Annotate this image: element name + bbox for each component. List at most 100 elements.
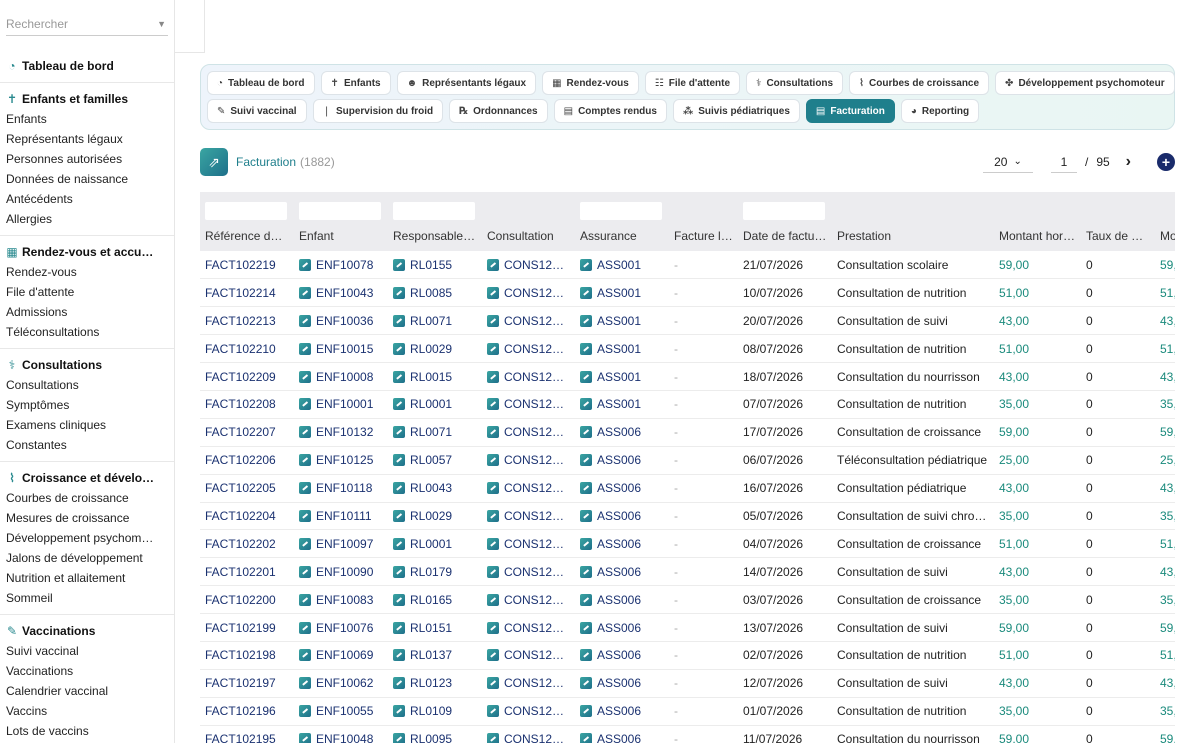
table-cell[interactable]: ASS001	[575, 278, 669, 308]
sidebar-item[interactable]: Lots de vaccins	[0, 721, 174, 741]
table-cell[interactable]: RL0029	[388, 334, 482, 364]
sidebar-item[interactable]: Rendez-vous	[0, 262, 174, 282]
tab-button[interactable]: ☻ Représentants légaux	[396, 71, 537, 95]
tab-button[interactable]: ☷ File d'attente	[644, 71, 741, 95]
table-cell[interactable]: FACT102196	[200, 697, 294, 726]
table-cell[interactable]: ENF10078	[294, 251, 388, 280]
table-cell[interactable]: FACT102214	[200, 278, 294, 308]
table-cell[interactable]: ASS001	[575, 334, 669, 364]
column-header[interactable]: Date de factur…	[738, 220, 832, 251]
sidebar-item[interactable]: Vaccinations	[0, 661, 174, 681]
table-cell[interactable]: RL0151	[388, 613, 482, 642]
table-row[interactable]: FACT102200 ENF10083 RL0165 CONS12200 ASS006 -…	[200, 585, 1175, 615]
table-cell[interactable]: ASS006	[575, 725, 669, 743]
table-cell[interactable]: FACT102206	[200, 446, 294, 475]
tab-button[interactable]: ⁂ Suivis pédiatriques	[672, 99, 800, 123]
table-cell[interactable]: FACT102213	[200, 306, 294, 336]
column-header[interactable]: Montant hor…	[994, 220, 1081, 251]
table-row[interactable]: FACT102198 ENF10069 RL0137 CONS12198 ASS006 -…	[200, 641, 1175, 670]
table-cell[interactable]: FACT102208	[200, 390, 294, 419]
table-cell[interactable]: RL0165	[388, 585, 482, 615]
tab-button[interactable]: ✝ Enfants	[320, 71, 391, 95]
column-header[interactable]: Mo	[1155, 220, 1175, 251]
filter-input-date[interactable]	[743, 202, 825, 220]
column-header[interactable]: Facture liée	[669, 220, 738, 251]
table-cell[interactable]: ASS006	[575, 446, 669, 475]
per-page-select[interactable]: 20 ⌄	[982, 151, 1033, 173]
column-header[interactable]: Consultation	[482, 220, 575, 251]
table-cell[interactable]: ENF10062	[294, 669, 388, 698]
table-cell[interactable]: ASS001	[575, 251, 669, 280]
sidebar-item[interactable]: Calendrier vaccinal	[0, 681, 174, 701]
sidebar-section-title[interactable]: ⚕ Consultations	[0, 355, 174, 375]
sidebar-section-title[interactable]: ⌇ Croissance et dévelo…	[0, 468, 174, 488]
tab-button[interactable]: ▤ Comptes rendus	[553, 99, 667, 123]
sidebar-item[interactable]: Enfants	[0, 109, 174, 129]
tab-button[interactable]: ◔ Tableau de bord	[207, 71, 315, 95]
table-cell[interactable]: ASS006	[575, 557, 669, 587]
table-cell[interactable]: ENF10055	[294, 697, 388, 726]
table-cell[interactable]: RL0155	[388, 251, 482, 280]
table-cell[interactable]: ENF10015	[294, 334, 388, 364]
next-page-button[interactable]: ›	[1126, 153, 1131, 171]
table-cell[interactable]: FACT102199	[200, 613, 294, 642]
column-header[interactable]: Taux de TVA	[1081, 220, 1155, 251]
table-cell[interactable]: RL0095	[388, 725, 482, 743]
table-cell[interactable]: ASS006	[575, 669, 669, 698]
sidebar-item[interactable]: Développement psychom…	[0, 528, 174, 548]
table-cell[interactable]: CONS12206	[482, 446, 575, 475]
table-cell[interactable]: FACT102210	[200, 334, 294, 364]
table-cell[interactable]: CONS12208	[482, 390, 575, 419]
table-cell[interactable]: ENF10132	[294, 418, 388, 447]
filter-input-responsable[interactable]	[393, 202, 475, 220]
table-cell[interactable]: CONS12201	[482, 557, 575, 587]
filter-input-reference[interactable]	[205, 202, 287, 220]
table-cell[interactable]: ENF10048	[294, 725, 388, 743]
table-cell[interactable]: ENF10076	[294, 613, 388, 642]
sidebar-item[interactable]: Personnes autorisées	[0, 149, 174, 169]
sidebar-item[interactable]: Nutrition et allaitement	[0, 568, 174, 588]
table-cell[interactable]: RL0071	[388, 306, 482, 336]
table-cell[interactable]: FACT102219	[200, 251, 294, 280]
table-cell[interactable]: RL0029	[388, 502, 482, 531]
tab-button[interactable]: ⚕ Consultations	[746, 71, 844, 95]
table-cell[interactable]: ENF10111	[294, 502, 388, 531]
search-input[interactable]: Rechercher ▼	[6, 12, 168, 36]
table-row[interactable]: FACT102199 ENF10076 RL0151 CONS12199 ASS006 -…	[200, 613, 1175, 642]
tab-button[interactable]: ⌇ Courbes de croissance	[849, 71, 990, 95]
sidebar-item[interactable]: Consultations	[0, 375, 174, 395]
table-cell[interactable]: FACT102205	[200, 474, 294, 503]
sidebar-item[interactable]: Courbes de croissance	[0, 488, 174, 508]
table-cell[interactable]: ASS001	[575, 306, 669, 336]
table-cell[interactable]: FACT102198	[200, 641, 294, 670]
table-row[interactable]: FACT102208 ENF10001 RL0001 CONS12208 ASS001 -…	[200, 390, 1175, 419]
table-cell[interactable]: ENF10043	[294, 278, 388, 308]
tab-button[interactable]: ◕ Reporting	[900, 99, 980, 123]
table-row[interactable]: FACT102202 ENF10097 RL0001 CONS12202 ASS006 -…	[200, 529, 1175, 559]
sidebar-item[interactable]: Mesures de croissance	[0, 508, 174, 528]
tab-button[interactable]: ℞ Ordonnances	[449, 99, 548, 123]
table-cell[interactable]: RL0085	[388, 278, 482, 308]
table-cell[interactable]: ASS006	[575, 502, 669, 531]
table-cell[interactable]: ENF10008	[294, 362, 388, 391]
table-cell[interactable]: CONS12209	[482, 362, 575, 391]
table-cell[interactable]: CONS12213	[482, 306, 575, 336]
table-cell[interactable]: CONS12198	[482, 641, 575, 670]
table-cell[interactable]: FACT102195	[200, 725, 294, 743]
sidebar-item[interactable]: Symptômes	[0, 395, 174, 415]
sidebar-item[interactable]: Admissions	[0, 302, 174, 322]
table-cell[interactable]: RL0043	[388, 474, 482, 503]
table-row[interactable]: FACT102205 ENF10118 RL0043 CONS12205 ASS006 -…	[200, 474, 1175, 503]
table-row[interactable]: FACT102204 ENF10111 RL0029 CONS12204 ASS006 -…	[200, 502, 1175, 531]
table-cell[interactable]: ASS006	[575, 585, 669, 615]
table-cell[interactable]: CONS12214	[482, 278, 575, 308]
table-cell[interactable]: ASS006	[575, 474, 669, 503]
table-cell[interactable]: ASS006	[575, 697, 669, 726]
table-cell[interactable]: ASS001	[575, 390, 669, 419]
sidebar-section-title[interactable]: ✝ Enfants et familles	[0, 89, 174, 109]
table-row[interactable]: FACT102207 ENF10132 RL0071 CONS12207 ASS006 -…	[200, 418, 1175, 447]
table-cell[interactable]: ENF10090	[294, 557, 388, 587]
sidebar-item[interactable]: Examens cliniques	[0, 415, 174, 435]
table-cell[interactable]: ENF10125	[294, 446, 388, 475]
table-cell[interactable]: CONS12200	[482, 585, 575, 615]
